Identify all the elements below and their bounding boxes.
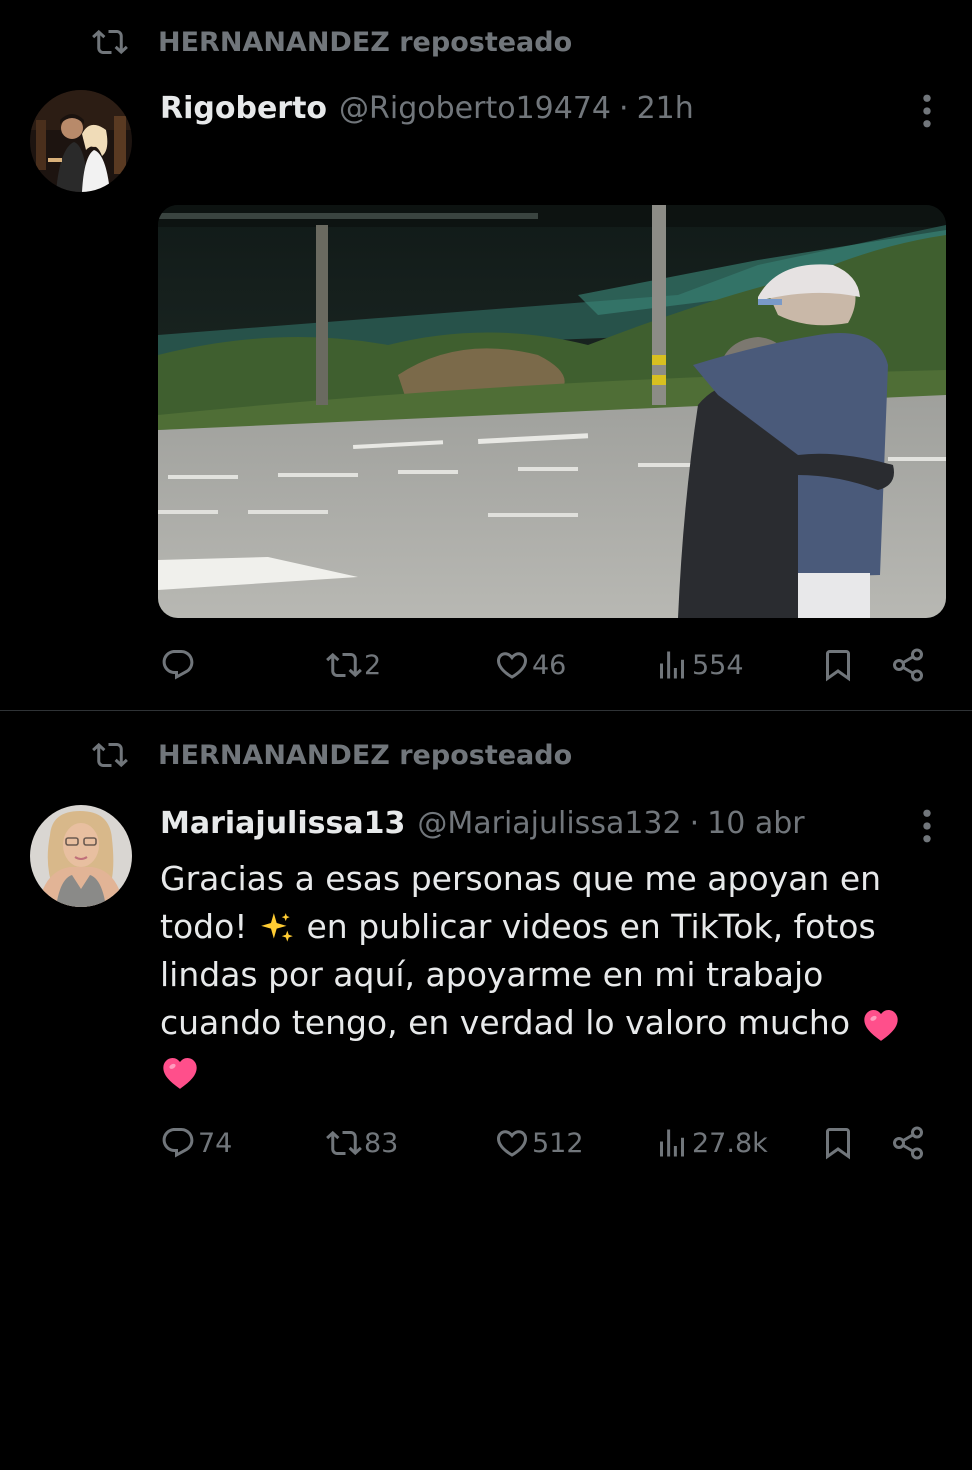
repost-label: HERNANANDEZ reposteado: [158, 739, 573, 771]
repost-indicator[interactable]: HERNANANDEZ reposteado: [92, 735, 572, 775]
avatar-image: [30, 90, 132, 192]
like-count: 46: [532, 649, 567, 681]
post-text-line: cuando tengo, en verdad lo valoro mucho: [160, 999, 940, 1047]
action-bar: 2 46 554: [0, 640, 972, 690]
avatar[interactable]: [30, 805, 132, 907]
bookmark-icon: [820, 1125, 856, 1161]
repost-count: 2: [364, 649, 382, 681]
more-vertical-icon: [922, 94, 932, 128]
post-header: Mariajulissa13 @Mariajulissa132 · 10 abr: [160, 801, 912, 845]
like-count: 512: [532, 1127, 584, 1159]
post-text-line: Gracias a esas personas que me apoyan en: [160, 859, 882, 898]
action-bar: 74 83 512 27.8k: [0, 1118, 972, 1168]
share-button[interactable]: [890, 1118, 926, 1168]
post-text-line: todo! en publicar videos en TikTok, foto…: [160, 903, 940, 951]
post-text-line: [160, 1047, 940, 1095]
reply-count: 74: [198, 1127, 233, 1159]
post-text: Gracias a esas personas que me apoyan en…: [160, 855, 940, 1095]
heart-icon: [494, 647, 530, 683]
author-handle[interactable]: @Rigoberto19474: [339, 91, 611, 126]
action-bar: [0, 1420, 972, 1470]
repost-indicator[interactable]: HERNANANDEZ reposteado: [92, 22, 572, 62]
separator-dot: ·: [619, 90, 629, 126]
views-icon: [654, 647, 690, 683]
post-rigoberto[interactable]: HERNANANDEZ reposteado Rigoberto @Rigobe…: [0, 0, 972, 710]
reply-button[interactable]: 74: [160, 1118, 232, 1168]
pink-heart-emoji: [861, 1005, 901, 1045]
repost-icon: [92, 24, 128, 60]
views-icon: [654, 1125, 690, 1161]
author-name[interactable]: Rigoberto: [160, 91, 327, 126]
author-name[interactable]: Mariajulissa13: [160, 806, 405, 841]
repost-count: 83: [364, 1127, 399, 1159]
post-header: Rigoberto @Rigoberto19474 · 21h: [160, 86, 912, 130]
more-options-button[interactable]: [914, 806, 940, 846]
post-text-line: lindas por aquí, apoyarme en mi trabajo: [160, 955, 824, 994]
heart-icon: [494, 1125, 530, 1161]
author-handle[interactable]: @Mariajulissa132: [417, 806, 681, 841]
post-time[interactable]: 21h: [637, 91, 694, 126]
video-frame: [158, 205, 946, 618]
reply-icon: [160, 647, 196, 683]
bookmark-button[interactable]: [820, 640, 856, 690]
like-button[interactable]: 512: [494, 1118, 584, 1168]
sparkles-emoji: [258, 910, 296, 948]
share-icon: [890, 1125, 926, 1161]
repost-button[interactable]: 2: [326, 640, 381, 690]
bookmark-button[interactable]: [820, 1118, 856, 1168]
video-thumbnail[interactable]: [158, 205, 946, 618]
more-vertical-icon: [922, 809, 932, 843]
views-button[interactable]: 27.8k: [654, 1118, 768, 1168]
post-time[interactable]: 10 abr: [707, 806, 804, 841]
pink-heart-emoji: [160, 1053, 200, 1093]
post-text-segment: todo!: [160, 907, 248, 946]
more-options-button[interactable]: [914, 91, 940, 131]
repost-label: HERNANANDEZ reposteado: [158, 26, 573, 58]
repost-button[interactable]: 83: [326, 1118, 398, 1168]
avatar[interactable]: [30, 90, 132, 192]
views-count: 554: [692, 649, 744, 681]
avatar-image: [30, 805, 132, 907]
share-icon: [890, 647, 926, 683]
reply-button[interactable]: [160, 640, 198, 690]
post-text-segment: en publicar videos en TikTok, fotos: [306, 907, 876, 946]
reply-icon: [160, 1125, 196, 1161]
repost-icon: [92, 737, 128, 773]
repost-icon: [326, 1125, 362, 1161]
post-text-segment: cuando tengo, en verdad lo valoro mucho: [160, 1003, 851, 1042]
views-button[interactable]: 554: [654, 640, 744, 690]
separator-dot: ·: [689, 805, 700, 841]
share-button[interactable]: [890, 640, 926, 690]
views-count: 27.8k: [692, 1127, 768, 1159]
like-button[interactable]: 46: [494, 640, 566, 690]
repost-icon: [326, 647, 362, 683]
bookmark-icon: [820, 647, 856, 683]
